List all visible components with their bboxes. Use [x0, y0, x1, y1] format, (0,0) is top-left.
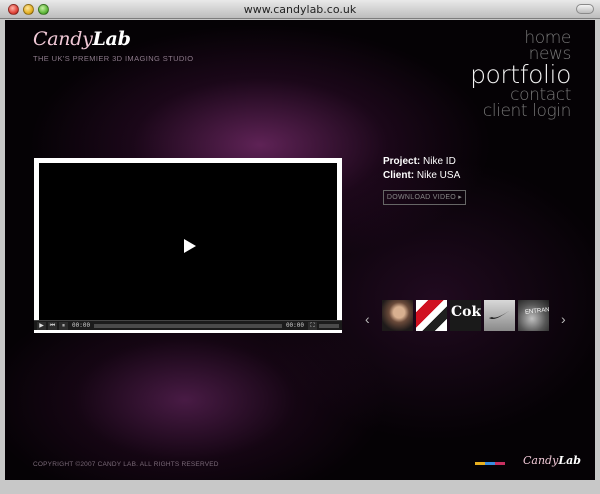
thumbs-prev-icon[interactable]: ‹	[365, 311, 370, 327]
nav-portfolio[interactable]: portfolio	[470, 62, 571, 87]
thumbnail-red-graphic[interactable]	[416, 300, 447, 331]
video-screen[interactable]	[39, 163, 337, 328]
logo-lab: Lab	[92, 28, 131, 50]
page-content: CandyLab THE UK'S PREMIER 3D IMAGING STU…	[5, 20, 595, 480]
thumbnail-coke[interactable]: Coke	[450, 300, 481, 331]
sign-text: ENTRANCE	[524, 306, 549, 316]
volume-slider[interactable]	[319, 323, 339, 328]
browser-titlebar: www.candylab.co.uk	[0, 0, 600, 19]
rewind-control-icon[interactable]: ⏮	[48, 321, 57, 330]
duration-time: 00:00	[285, 322, 304, 329]
copyright-text: COPYRIGHT ©2007 CANDY LAB. ALL RIGHTS RE…	[33, 461, 219, 468]
project-label: Project:	[383, 156, 421, 167]
project-info: Project: Nike ID Client: Nike USA	[383, 155, 460, 183]
site-logo[interactable]: CandyLab	[33, 28, 131, 50]
client-value: Nike USA	[416, 170, 461, 181]
stop-control-icon[interactable]: ⏸	[59, 321, 68, 330]
video-controls: ▶ ⏮ ⏸ 00:00 00:00 ⛶	[34, 320, 342, 330]
browser-bottom-bar	[0, 480, 600, 494]
swoosh-icon	[489, 311, 509, 320]
footer-logo-lab: Lab	[558, 454, 581, 467]
play-control-icon[interactable]: ▶	[37, 321, 46, 330]
colorbar-segment	[495, 462, 505, 465]
thumbnail-person[interactable]	[382, 300, 413, 331]
main-nav: home news portfolio contact client login	[470, 30, 572, 120]
site-tagline: THE UK'S PREMIER 3D IMAGING STUDIO	[33, 54, 194, 63]
play-icon[interactable]	[184, 238, 196, 253]
video-player	[34, 158, 342, 333]
toolbar-toggle-button[interactable]	[576, 4, 594, 14]
client-label: Client:	[383, 170, 415, 181]
project-value: Nike ID	[423, 156, 456, 167]
thumbnail-strip: Coke ENTRANCE	[382, 300, 549, 331]
colorbar-segment	[485, 462, 495, 465]
seek-bar[interactable]	[94, 323, 282, 328]
download-video-button[interactable]: DOWNLOAD VIDEO ▸	[383, 190, 466, 205]
current-time: 00:00	[72, 322, 91, 329]
footer-colorbar	[475, 462, 505, 465]
thumbs-next-icon[interactable]: ›	[561, 311, 566, 327]
coke-text: Coke	[451, 304, 481, 320]
colorbar-segment	[475, 462, 485, 465]
thumbnail-sign[interactable]: ENTRANCE	[518, 300, 549, 331]
footer-logo[interactable]: CandyLab	[523, 454, 581, 467]
thumbnail-nike[interactable]	[484, 300, 515, 331]
window-url: www.candylab.co.uk	[243, 3, 357, 16]
logo-candy: Candy	[33, 28, 93, 50]
footer-logo-candy: Candy	[523, 454, 559, 467]
nav-client-login[interactable]: client login	[470, 103, 572, 120]
fullscreen-icon[interactable]: ⛶	[308, 321, 317, 330]
